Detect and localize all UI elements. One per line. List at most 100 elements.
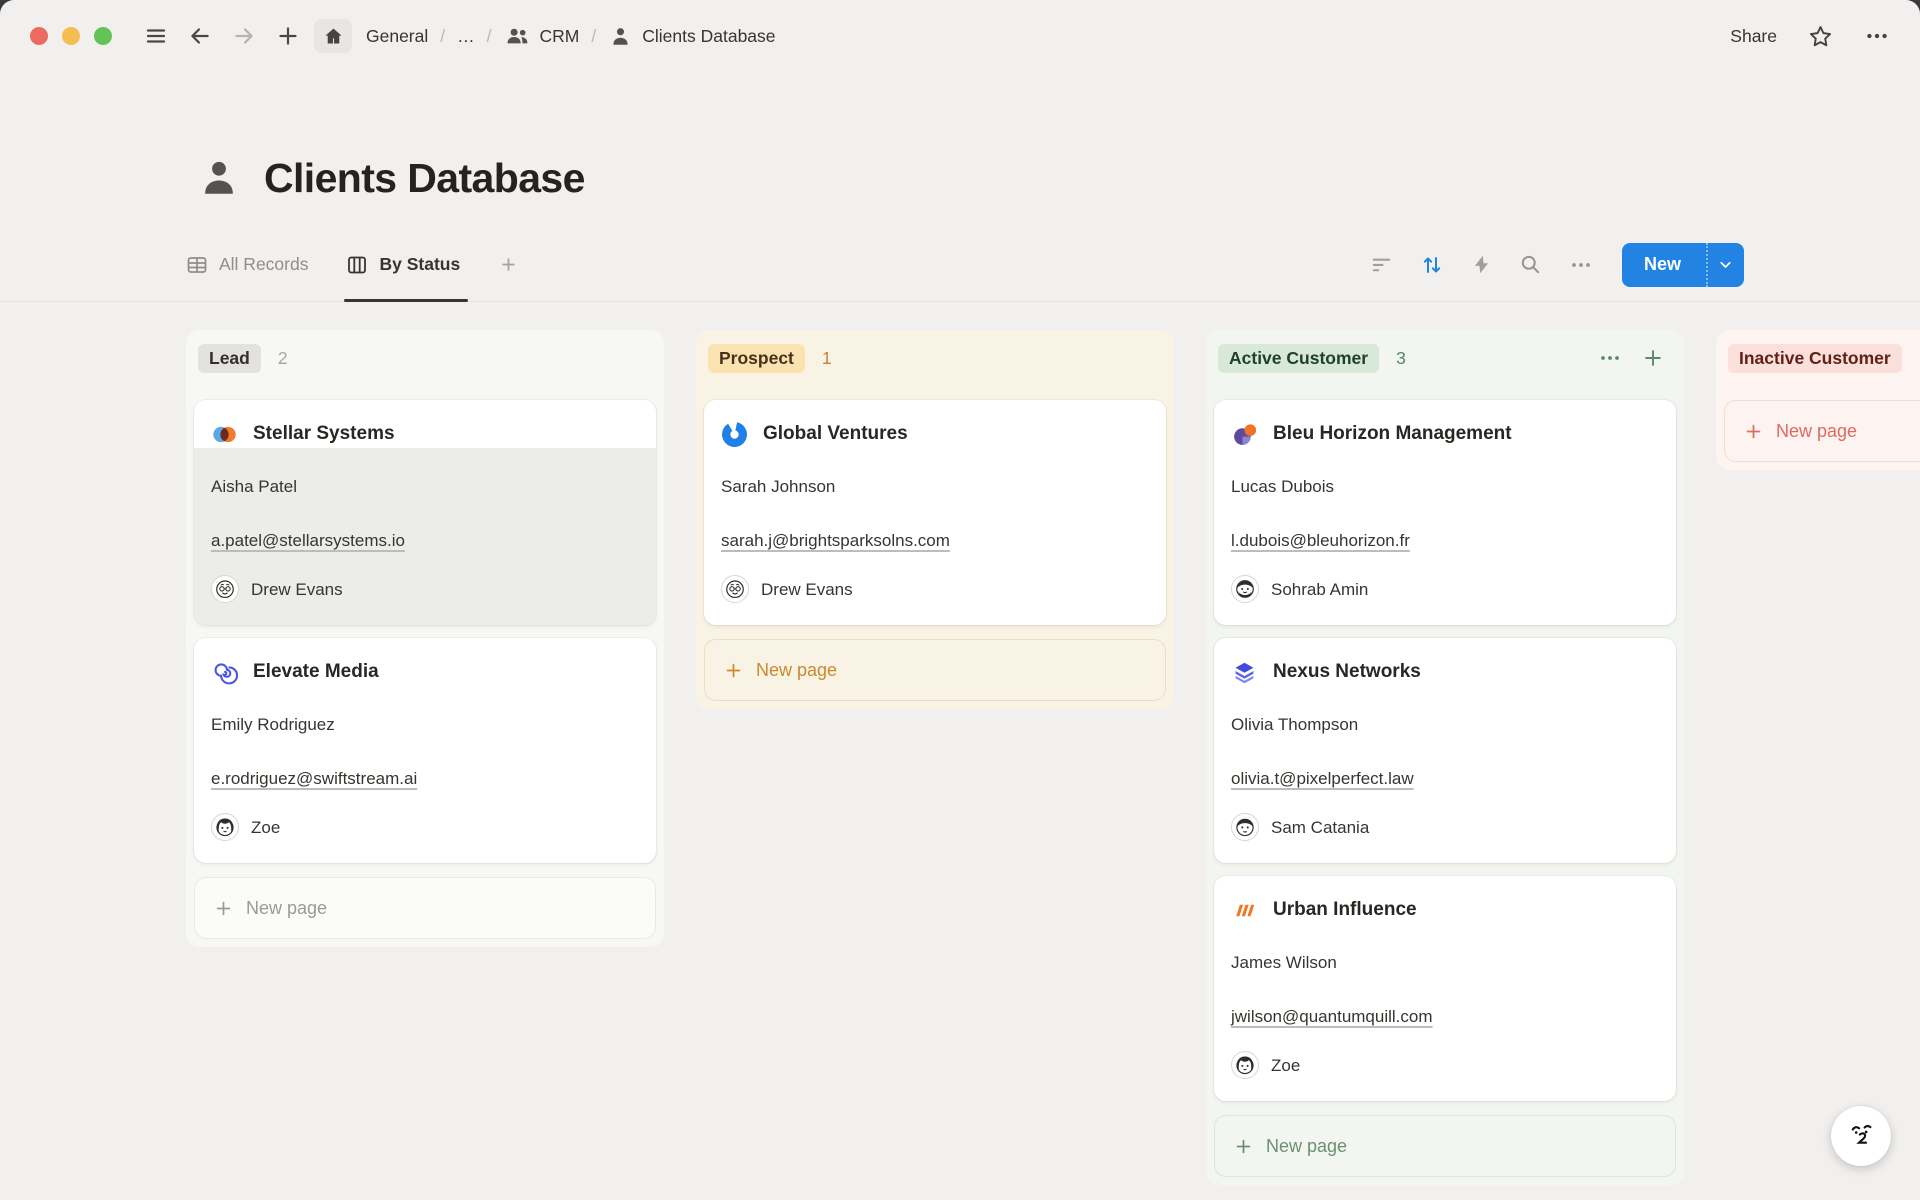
back-button[interactable] — [182, 18, 218, 54]
status-badge[interactable]: Active Customer — [1218, 344, 1379, 373]
spiral-logo — [211, 659, 238, 686]
new-page-button[interactable]: New page — [1724, 400, 1920, 462]
new-page-button[interactable]: New page — [194, 877, 656, 939]
breadcrumb-ellipsis[interactable]: … — [455, 26, 477, 47]
new-page-label: New page — [756, 660, 837, 681]
contact-email[interactable]: a.patel@stellarsystems.io — [211, 528, 405, 553]
new-page-button[interactable]: New page — [704, 639, 1166, 701]
forward-button[interactable] — [226, 18, 262, 54]
breadcrumb-clients-database[interactable]: Clients Database — [606, 24, 777, 49]
status-badge[interactable]: Inactive Customer — [1728, 344, 1902, 373]
filter-icon[interactable] — [1370, 253, 1393, 276]
top-bar: General / … / CRM / Clients Database Sha… — [0, 0, 1920, 72]
status-badge[interactable]: Lead — [198, 344, 261, 373]
new-tab-button[interactable] — [270, 18, 306, 54]
owner-row: Sohrab Amin — [1231, 575, 1659, 603]
status-badge[interactable]: Prospect — [708, 344, 805, 373]
tab-by-status[interactable]: By Status — [346, 228, 460, 301]
sidebar-menu-icon[interactable] — [138, 18, 174, 54]
client-card[interactable]: Nexus NetworksOlivia Thompsonolivia.t@pi… — [1214, 638, 1676, 863]
card-title: Stellar Systems — [253, 420, 395, 448]
client-card[interactable]: Global VenturesSarah Johnsonsarah.j@brig… — [704, 400, 1166, 625]
contact-name: Aisha Patel — [211, 474, 639, 499]
assistant-face-button[interactable] — [1831, 1106, 1891, 1166]
owner-name: Drew Evans — [761, 577, 853, 602]
petal-logo — [1231, 421, 1258, 448]
contact-email[interactable]: jwilson@quantumquill.com — [1231, 1004, 1433, 1029]
home-icon[interactable] — [314, 19, 352, 53]
breadcrumb: General / … / CRM / Clients Database — [364, 23, 778, 50]
breadcrumb-separator: / — [477, 26, 502, 47]
view-bar: All Records By Status — [0, 228, 1920, 302]
board-column-prospect: Prospect1Global VenturesSarah Johnsonsar… — [696, 330, 1174, 709]
card-title: Elevate Media — [253, 658, 379, 686]
new-page-button[interactable]: New page — [1214, 1115, 1676, 1177]
share-button[interactable]: Share — [1730, 26, 1777, 47]
contact-name: Olivia Thompson — [1231, 712, 1659, 737]
plus-icon — [214, 899, 233, 918]
card-body: Sarah Johnsonsarah.j@brightsparksolns.co… — [704, 448, 1166, 625]
card-body: Lucas Dubois l.dubois@bleuhorizon.fr Sohra… — [1214, 448, 1676, 625]
window-controls — [30, 27, 112, 45]
plus-icon — [1234, 1137, 1253, 1156]
view-toolbar: New — [1370, 243, 1744, 287]
column-add-card-icon[interactable] — [1642, 347, 1664, 369]
tab-all-records[interactable]: All Records — [186, 228, 308, 301]
column-count: 3 — [1396, 348, 1406, 369]
owner-name: Zoe — [1271, 1053, 1300, 1078]
board-column-inactive-customer: Inactive Customer New page — [1716, 330, 1920, 470]
new-record-label: New — [1622, 254, 1681, 275]
add-view-icon[interactable] — [498, 228, 519, 301]
search-icon[interactable] — [1519, 253, 1542, 276]
kanban-board: Lead2Stellar SystemsAisha Patela.patel@s… — [0, 302, 1920, 1185]
column-header-active-customer: Active Customer 3 — [1218, 342, 1672, 374]
column-options-icon[interactable] — [1598, 346, 1622, 370]
favorite-star-icon[interactable] — [1807, 23, 1834, 50]
owner-row: Drew Evans — [721, 575, 1149, 603]
more-options-icon[interactable] — [1864, 23, 1890, 49]
breadcrumb-separator: / — [430, 26, 455, 47]
contact-email[interactable]: sarah.j@brightsparksolns.com — [721, 528, 950, 553]
owner-name: Sam Catania — [1271, 815, 1369, 840]
card-body: Emily Rodriguez e.rodriguez@swiftstream.a… — [194, 686, 656, 863]
new-page-label: New page — [246, 898, 327, 919]
sam-catania-avatar — [1231, 813, 1259, 841]
plus-icon — [724, 661, 743, 680]
client-card[interactable]: Urban InfluenceJames Wilsonjwilson@quant… — [1214, 876, 1676, 1101]
minimize-window-button[interactable] — [62, 27, 80, 45]
page-person-icon — [196, 155, 242, 201]
contact-name: Lucas Dubois — [1231, 474, 1659, 499]
page-header: Clients Database — [196, 150, 1920, 206]
breadcrumb-general[interactable]: General — [364, 26, 430, 47]
drew-evans-avatar — [721, 575, 749, 603]
breadcrumb-crm[interactable]: CRM — [502, 23, 582, 50]
venn-diagram-logo — [211, 421, 238, 448]
card-body: James Wilson jwilson@quantumquill.com Zoe — [1214, 924, 1676, 1101]
new-record-button[interactable]: New — [1622, 243, 1744, 287]
column-header-inactive-customer: Inactive Customer — [1728, 342, 1920, 374]
owner-row: Sam Catania — [1231, 813, 1659, 841]
page-title[interactable]: Clients Database — [264, 155, 585, 202]
owner-row: Zoe — [211, 813, 639, 841]
client-card[interactable]: Stellar Systems Aisha Patel a.patel@stella… — [194, 400, 656, 625]
breadcrumb-separator: / — [581, 26, 606, 47]
owner-name: Sohrab Amin — [1271, 577, 1368, 602]
sort-icon[interactable] — [1420, 253, 1444, 277]
view-options-icon[interactable] — [1569, 253, 1593, 277]
board-column-lead: Lead2Stellar SystemsAisha Patela.patel@s… — [186, 330, 664, 947]
automations-lightning-icon[interactable] — [1471, 254, 1492, 275]
contact-name: James Wilson — [1231, 950, 1659, 975]
new-record-dropdown[interactable] — [1706, 243, 1744, 287]
contact-email[interactable]: l.dubois@bleuhorizon.fr — [1231, 528, 1410, 553]
zoe-avatar — [1231, 1051, 1259, 1079]
table-view-icon — [186, 254, 208, 276]
contact-email[interactable]: olivia.t@pixelperfect.law — [1231, 766, 1414, 791]
plus-icon — [1744, 422, 1763, 441]
close-window-button[interactable] — [30, 27, 48, 45]
client-card[interactable]: Elevate Media Emily Rodriguez e.rodriguez@… — [194, 638, 656, 863]
client-card[interactable]: Bleu Horizon ManagementLucas Duboisl.dub… — [1214, 400, 1676, 625]
contact-name: Emily Rodriguez — [211, 712, 639, 737]
contact-email[interactable]: e.rodriguez@swiftstream.ai — [211, 766, 417, 791]
owner-row: Zoe — [1231, 1051, 1659, 1079]
zoom-window-button[interactable] — [94, 27, 112, 45]
